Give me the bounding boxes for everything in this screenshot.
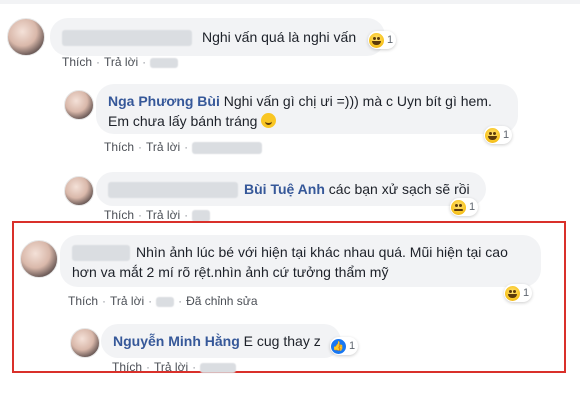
blurred-time [200,362,237,373]
avatar[interactable] [64,90,94,120]
previous-comment-edge [0,0,580,4]
reaction-badge[interactable]: 👍 1 [330,337,359,355]
reply-link[interactable]: Trả lời [104,55,138,69]
reply-link[interactable]: Trả lời [146,208,180,222]
blurred-time [156,296,175,307]
reaction-badge[interactable]: 1 [450,198,479,216]
comment-text-line1: Nhìn ảnh lúc bé với hiện tại khác nhau q… [136,244,508,260]
comment-text: Nghi vấn quá là nghi vấn [202,29,357,45]
comment-bubble: Bùi Tuệ Anh các bạn xử sạch sẽ rồi [96,172,486,206]
sad-icon [451,199,466,215]
comment-bubble: Nghi vấn quá là nghi vấn [50,18,385,56]
reaction-badge[interactable]: 1 [368,31,397,49]
like-icon: 👍 [331,338,346,354]
edited-label[interactable]: Đã chỉnh sửa [186,294,257,308]
avatar[interactable] [64,176,94,206]
blurred-name [62,30,192,47]
haha-icon [485,127,500,143]
reply-link[interactable]: Trả lời [110,294,144,308]
comment-bubble: Nhìn ảnh lúc bé với hiện tại khác nhau q… [60,235,541,287]
like-link[interactable]: Thích [112,360,142,374]
reaction-badge[interactable]: 1 [504,284,533,302]
comment-actions: Thích · Trả lời · [112,360,237,374]
smile-emoji-icon [261,113,277,128]
blurred-name [72,245,130,262]
comment-text: E cug thay z [243,333,321,349]
haha-icon [369,32,384,48]
blurred-name [108,182,238,199]
commenter-name[interactable]: Nguyễn Minh Hằng [113,333,240,349]
reaction-badge[interactable]: 1 [484,126,513,144]
comment-actions: Thích · Trả lời · [62,55,179,69]
avatar[interactable] [20,240,58,278]
comment-bubble: Nguyễn Minh Hằng E cug thay z [101,324,341,358]
haha-icon [505,285,520,301]
like-link[interactable]: Thích [68,294,98,308]
avatar[interactable] [70,328,100,358]
comment-actions: Thích · Trả lời · [104,208,211,222]
reply-link[interactable]: Trả lời [154,360,188,374]
avatar[interactable] [7,18,45,56]
comment-bubble: Nga Phương Bùi Nghi vấn gì chị ưi =))) m… [96,84,518,134]
like-link[interactable]: Thích [104,140,134,154]
comment-actions: Thích · Trả lời · [104,140,263,154]
comment-text-line2: hơn va mắt 2 mí rõ rệt.nhìn ảnh cứ tưởng… [72,264,389,280]
like-link[interactable]: Thích [104,208,134,222]
comment-actions: Thích · Trả lời · · Đã chỉnh sửa [68,294,258,308]
commenter-name[interactable]: Nga Phương Bùi [108,93,220,109]
comment-text: các bạn xử sạch sẽ rồi [328,181,470,197]
like-link[interactable]: Thích [62,55,92,69]
blurred-time [150,57,179,68]
commenter-name[interactable]: Bùi Tuệ Anh [244,181,325,197]
blurred-time [192,141,263,154]
reply-link[interactable]: Trả lời [146,140,180,154]
